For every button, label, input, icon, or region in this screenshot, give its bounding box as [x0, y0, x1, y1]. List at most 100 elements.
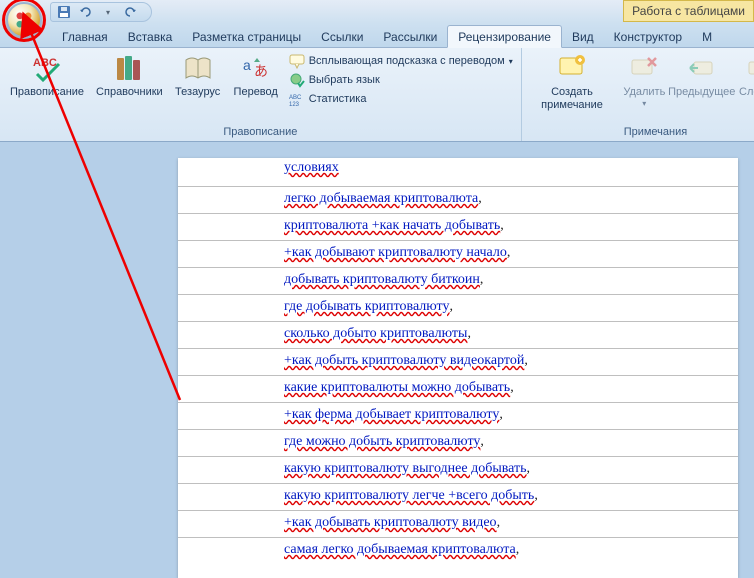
- hyperlink[interactable]: +как добывать криптовалюту видео: [284, 515, 497, 530]
- trailing-text: ,: [480, 272, 484, 287]
- group-comments-label: Примечания: [528, 124, 754, 141]
- stats-icon: ABC123: [289, 91, 305, 107]
- table-row[interactable]: где можно добыть криптовалюту,: [178, 429, 738, 456]
- tab-м[interactable]: М: [692, 26, 722, 47]
- translate-button[interactable]: aあ Перевод: [229, 50, 283, 101]
- delete-comment-button[interactable]: Удалить ▾: [620, 50, 668, 110]
- references-label: Справочники: [96, 86, 163, 99]
- thesaurus-button[interactable]: Тезаурус: [171, 50, 225, 101]
- word-count-button[interactable]: ABC123 Статистика: [287, 90, 515, 108]
- context-tab-table-tools[interactable]: Работа с таблицами: [623, 0, 754, 22]
- group-proofing-label: Правописание: [6, 124, 515, 141]
- prev-comment-button[interactable]: Предыдущее: [672, 50, 731, 101]
- trailing-text: ,: [450, 299, 454, 314]
- hyperlink[interactable]: какую криптовалюту выгоднее добывать: [284, 461, 527, 476]
- spellcheck-icon: ABC: [31, 52, 63, 84]
- spelling-button[interactable]: ABC Правописание: [6, 50, 88, 101]
- trailing-text: ,: [516, 542, 520, 557]
- tab-разметка страницы[interactable]: Разметка страницы: [182, 26, 311, 47]
- hyperlink[interactable]: какие криптовалюты можно добывать: [284, 380, 510, 395]
- hyperlink[interactable]: +как добывают криптовалюту начало: [284, 245, 507, 260]
- hyperlink[interactable]: добывать криптовалюту биткоин: [284, 272, 480, 287]
- new-comment-button[interactable]: Создать примечание: [528, 50, 617, 113]
- trailing-text: ,: [507, 245, 511, 260]
- quick-access-toolbar: ▾: [50, 2, 152, 22]
- tab-вид[interactable]: Вид: [562, 26, 604, 47]
- delete-comment-label: Удалить: [623, 86, 665, 99]
- table-row[interactable]: +как добывают криптовалюту начало,: [178, 240, 738, 267]
- translate-icon: aあ: [240, 52, 272, 84]
- table-row[interactable]: +как добывать криптовалюту видео,: [178, 510, 738, 537]
- trailing-text: ,: [499, 407, 503, 422]
- next-comment-icon: [743, 52, 754, 84]
- table-row[interactable]: какую криптовалюту легче +всего добыть,: [178, 483, 738, 510]
- tooltip-label: Всплывающая подсказка с переводом: [309, 55, 505, 67]
- hyperlink[interactable]: где добывать криптовалюту: [284, 299, 450, 314]
- trailing-text: ,: [500, 218, 504, 233]
- table-row[interactable]: условиях: [178, 160, 738, 186]
- trailing-text: ,: [534, 488, 538, 503]
- table-row[interactable]: какие криптовалюты можно добывать,: [178, 375, 738, 402]
- document-page: условияхлегко добываемая криптовалюта,кр…: [178, 158, 738, 578]
- trailing-text: ,: [510, 380, 514, 395]
- thesaurus-label: Тезаурус: [175, 86, 220, 99]
- trailing-text: ,: [478, 191, 482, 206]
- references-button[interactable]: Справочники: [92, 50, 167, 101]
- ribbon-tabs: ГлавнаяВставкаРазметка страницыСсылкиРас…: [0, 24, 754, 48]
- tab-вставка[interactable]: Вставка: [118, 26, 183, 47]
- hyperlink[interactable]: самая легко добываемая криптовалюта: [284, 542, 516, 557]
- hyperlink[interactable]: какую криптовалюту легче +всего добыть: [284, 488, 534, 503]
- redo-icon[interactable]: [123, 5, 137, 19]
- tab-рассылки[interactable]: Рассылки: [373, 26, 447, 47]
- hyperlink[interactable]: где можно добыть криптовалюту: [284, 434, 480, 449]
- hyperlink[interactable]: +как ферма добывает криптовалюту: [284, 407, 499, 422]
- table-row[interactable]: добывать криптовалюту биткоин,: [178, 267, 738, 294]
- table-row[interactable]: +как добыть криптовалюту видеокартой,: [178, 348, 738, 375]
- prev-comment-icon: [686, 52, 718, 84]
- undo-icon[interactable]: [79, 5, 93, 19]
- hyperlink[interactable]: криптовалюта +как начать добывать: [284, 218, 500, 233]
- new-comment-icon: [556, 52, 588, 84]
- document-workspace: условияхлегко добываемая криптовалюта,кр…: [0, 142, 754, 572]
- chevron-down-icon: ▾: [509, 57, 513, 66]
- trailing-text: ,: [497, 515, 501, 530]
- chevron-down-icon: ▾: [642, 99, 646, 108]
- hyperlink[interactable]: условиях: [284, 160, 339, 175]
- svg-text:123: 123: [289, 102, 300, 107]
- table-row[interactable]: где добывать криптовалюту,: [178, 294, 738, 321]
- tooltip-icon: [289, 53, 305, 69]
- tab-главная[interactable]: Главная: [52, 26, 118, 47]
- prev-comment-label: Предыдущее: [668, 86, 735, 99]
- hyperlink[interactable]: легко добываемая криптовалюта: [284, 191, 478, 206]
- table-row[interactable]: самая легко добываемая криптовалюта,: [178, 537, 738, 564]
- translation-tooltip-button[interactable]: Всплывающая подсказка с переводом ▾: [287, 52, 515, 70]
- group-proofing: ABC Правописание Справочники Тезаурус aあ…: [0, 48, 522, 141]
- set-language-button[interactable]: Выбрать язык: [287, 71, 515, 89]
- tab-конструктор[interactable]: Конструктор: [604, 26, 692, 47]
- hyperlink[interactable]: сколько добыто криптовалюты: [284, 326, 467, 341]
- spelling-label: Правописание: [10, 86, 84, 99]
- tab-ссылки[interactable]: Ссылки: [311, 26, 373, 47]
- word-count-label: Статистика: [309, 93, 367, 105]
- trailing-text: ,: [527, 461, 531, 476]
- table-row[interactable]: сколько добыто криптовалюты,: [178, 321, 738, 348]
- hyperlink[interactable]: +как добыть криптовалюту видеокартой: [284, 353, 524, 368]
- group-comments: Создать примечание Удалить ▾ Предыдущее …: [522, 48, 754, 141]
- table-row[interactable]: криптовалюта +как начать добывать,: [178, 213, 738, 240]
- delete-comment-icon: [628, 52, 660, 84]
- annotation-circle: [2, 0, 46, 42]
- svg-text:a: a: [243, 57, 251, 73]
- thesaurus-icon: [182, 52, 214, 84]
- books-icon: [113, 52, 145, 84]
- new-comment-label: Создать примечание: [532, 86, 613, 111]
- svg-text:あ: あ: [254, 63, 268, 79]
- table-row[interactable]: какую криптовалюту выгоднее добывать,: [178, 456, 738, 483]
- trailing-text: ,: [480, 434, 484, 449]
- svg-text:ABC: ABC: [289, 95, 302, 101]
- table-row[interactable]: легко добываемая криптовалюта,: [178, 186, 738, 213]
- tab-рецензирование[interactable]: Рецензирование: [447, 25, 562, 48]
- next-comment-button[interactable]: Следую: [735, 50, 754, 101]
- table-row[interactable]: +как ферма добывает криптовалюту,: [178, 402, 738, 429]
- save-icon[interactable]: [57, 5, 71, 19]
- qat-dropdown-icon[interactable]: ▾: [101, 5, 115, 19]
